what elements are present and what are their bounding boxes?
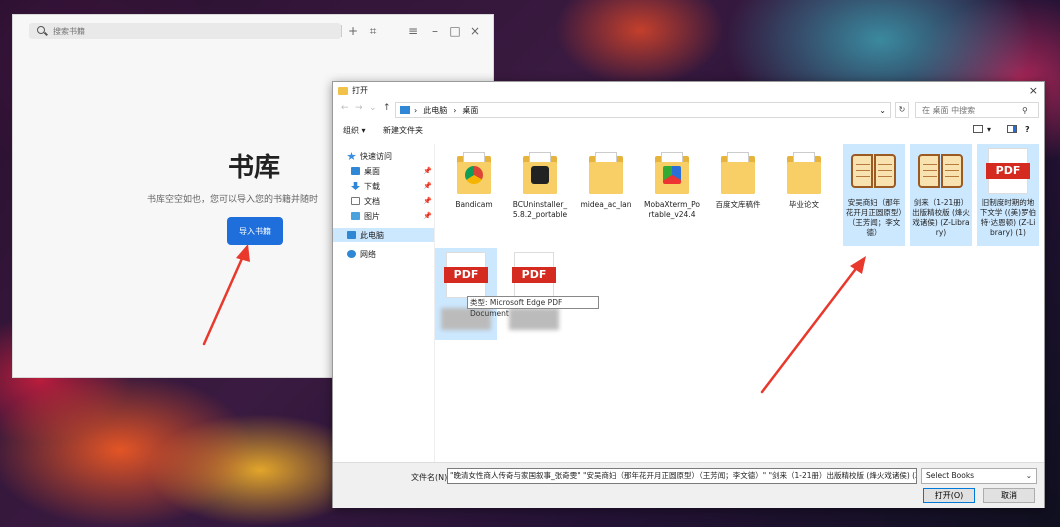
arrow-to-import-button: [202, 244, 250, 346]
arrow-to-selected-files: [760, 256, 866, 394]
annotation-arrows: [202, 244, 866, 394]
